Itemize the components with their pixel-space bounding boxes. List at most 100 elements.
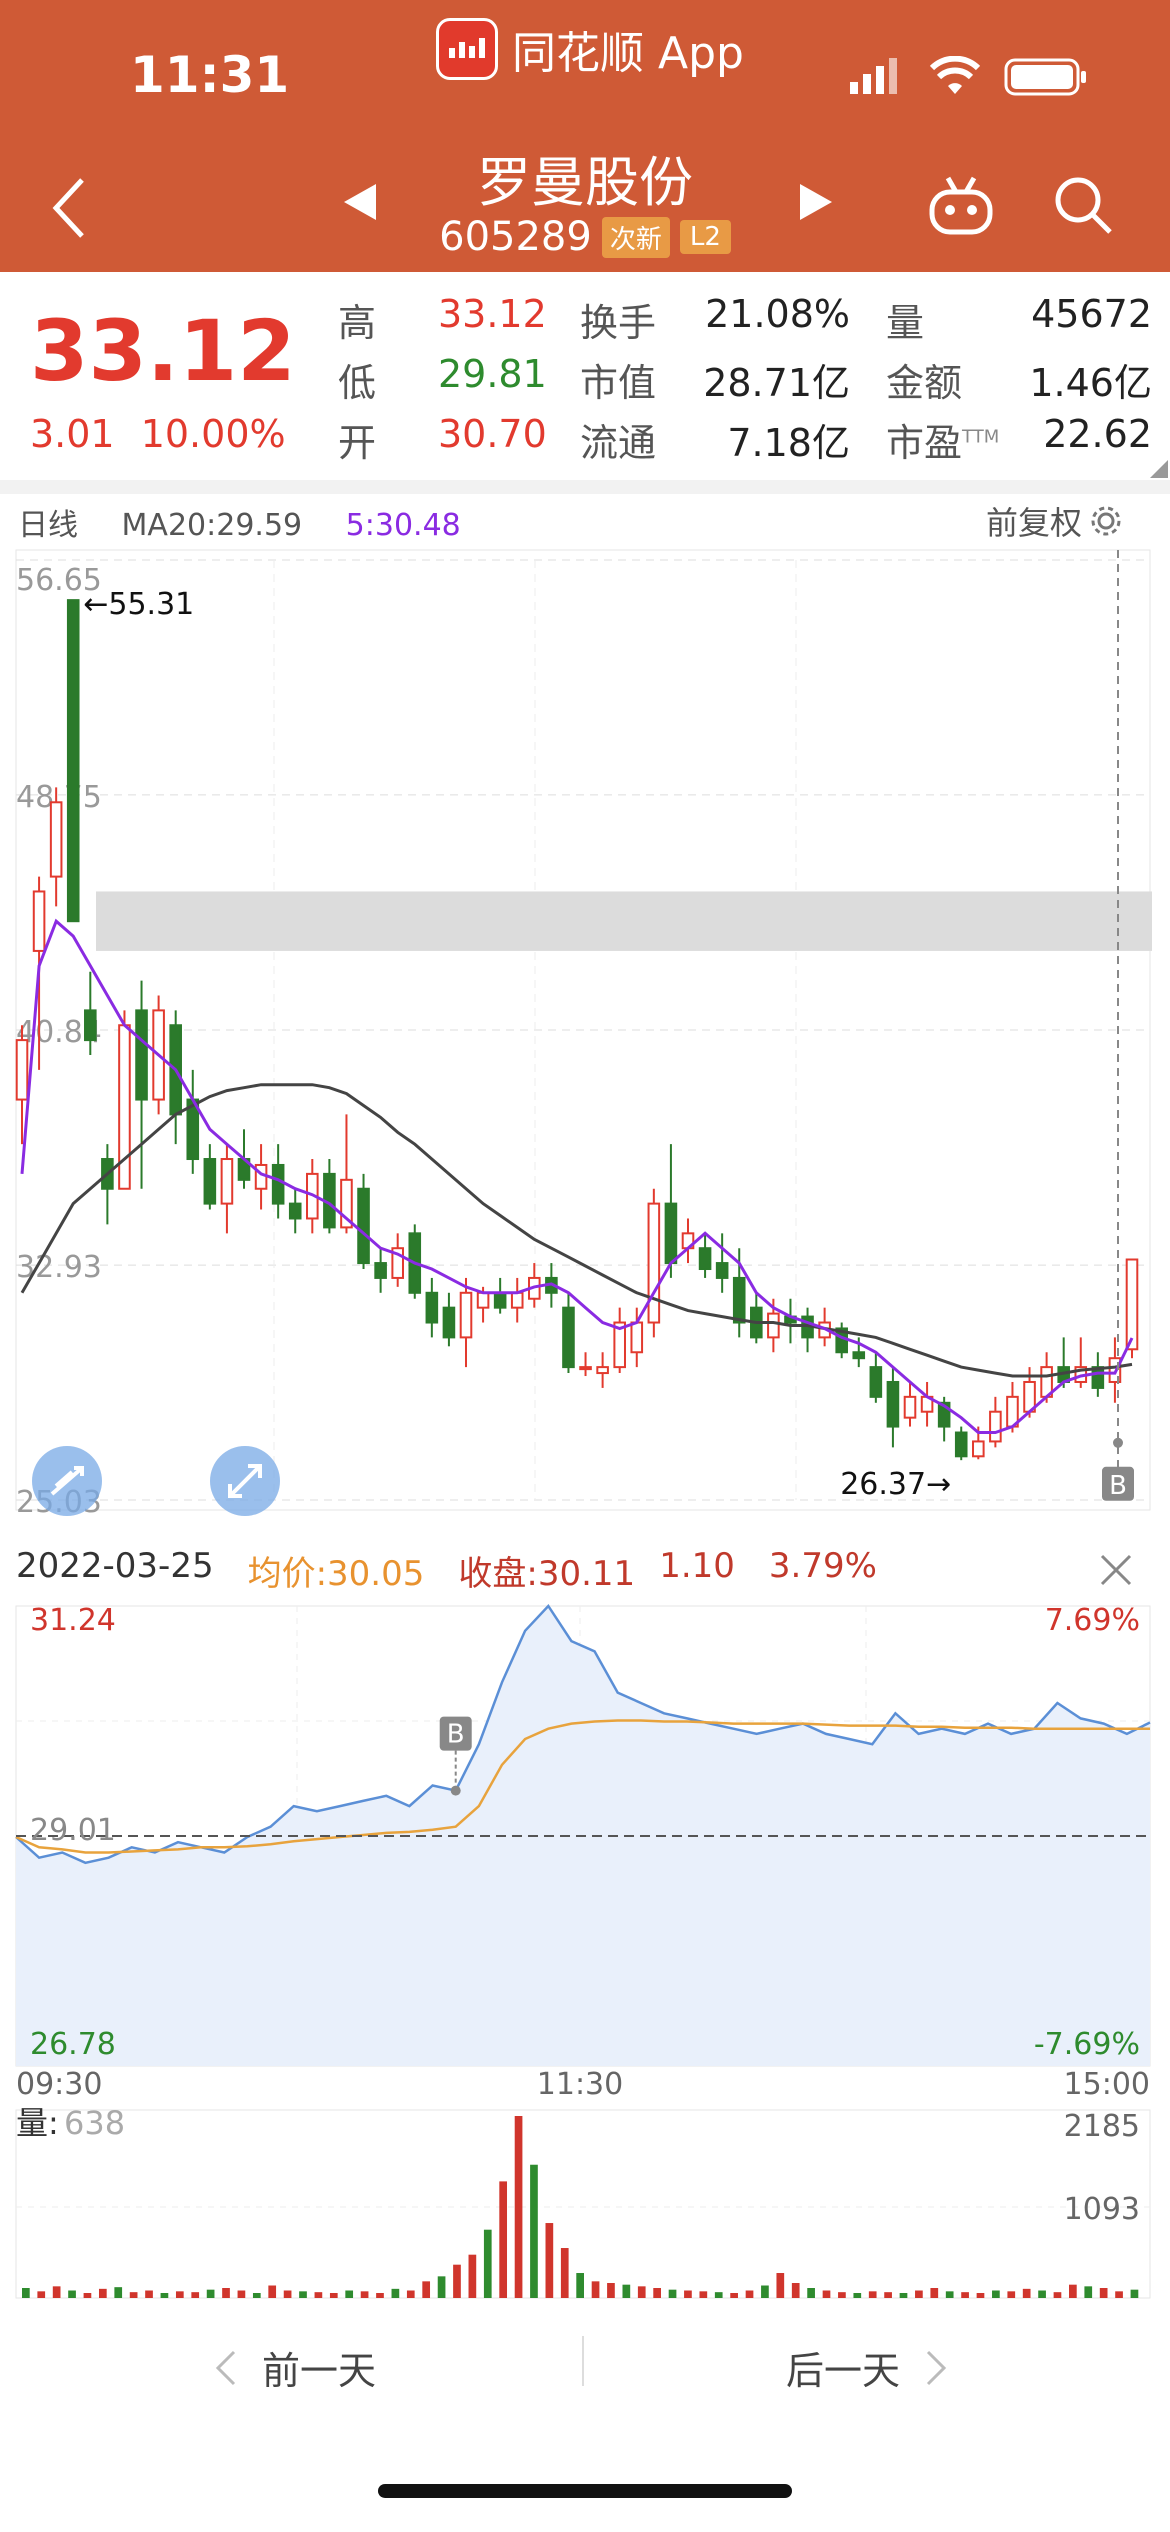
chevron-right-icon <box>926 2350 947 2385</box>
robot-icon[interactable] <box>926 170 996 244</box>
turnover-label: 换手 <box>580 301 657 345</box>
candle-body <box>869 1366 883 1398</box>
ma5-line <box>20 918 1134 1434</box>
float-row: 流通 7.18亿 <box>580 412 850 467</box>
volume-bar <box>668 2289 677 2298</box>
expand-icon <box>228 1464 262 1498</box>
volume-bar <box>822 2290 831 2298</box>
candle-body <box>664 1202 678 1265</box>
volume-bar <box>761 2285 769 2298</box>
volume-bar <box>976 2293 985 2298</box>
buy-marker-label: B <box>1109 1471 1127 1501</box>
buy-point-dot <box>450 1785 461 1796</box>
candle-body <box>220 1158 234 1205</box>
volume-bar <box>545 2223 554 2298</box>
resistance-band <box>96 891 1152 951</box>
volume-bar <box>807 2288 815 2298</box>
high-label: 高 <box>338 301 377 345</box>
volume-bar <box>268 2285 277 2298</box>
float-value: 7.18亿 <box>727 421 850 465</box>
volume-bar <box>314 2292 323 2298</box>
kline-chart[interactable]: 56.6548.7540.8432.9325.03←55.3126.37→B <box>0 540 1170 1530</box>
volume-bar <box>437 2276 446 2298</box>
time-label-close: 15:00 <box>1064 2067 1150 2096</box>
volume-bar <box>560 2248 569 2298</box>
period-label[interactable]: 日线 <box>18 508 78 543</box>
next-day-button[interactable]: 后一天 <box>786 2340 948 2395</box>
prev-day-button[interactable]: 前一天 <box>214 2340 376 2395</box>
volume-bar <box>329 2293 338 2298</box>
float-label: 流通 <box>580 421 657 465</box>
intraday-chart[interactable]: 31.24 29.01 26.78 7.69% -7.69% B 09:30 11:30 15:… <box>0 1596 1170 2096</box>
footer-divider <box>582 2336 584 2386</box>
amount-row: 金额 1.46亿 <box>886 352 1152 407</box>
pe-value: 22.62 <box>1043 412 1152 456</box>
volume-bar <box>483 2229 492 2298</box>
ma20-label: MA20:29.59 <box>121 508 303 543</box>
volume-bar <box>622 2284 631 2298</box>
change-pct: 10.00% <box>140 412 286 456</box>
day-navigation: 前一天 后一天 <box>0 2320 1170 2420</box>
volume-bar <box>776 2273 785 2298</box>
fullscreen-left-button[interactable] <box>32 1446 102 1516</box>
volume-bar <box>838 2292 846 2298</box>
low-value: 29.81 <box>438 352 547 396</box>
candle-body <box>562 1306 575 1369</box>
close-icon[interactable] <box>1096 1550 1136 1599</box>
candle-body <box>357 1187 370 1265</box>
volume-mid-label: 1093 <box>1064 2192 1140 2227</box>
expand-button[interactable] <box>210 1446 280 1516</box>
volume-bar <box>684 2290 692 2298</box>
volume-bar <box>653 2288 661 2298</box>
candle-body <box>49 801 63 878</box>
buy-marker-label: B <box>447 1720 465 1750</box>
volume-bar <box>1038 2290 1046 2298</box>
pe-ttm: TTM <box>962 426 1000 448</box>
intraday-mid-label: 29.01 <box>30 1813 116 1848</box>
volume-bar <box>22 2288 30 2298</box>
candle-body <box>135 1009 148 1101</box>
candle-body <box>32 890 46 952</box>
buy-point-dot <box>1113 1437 1123 1448</box>
adjust-toggle[interactable]: 前复权 <box>986 498 1124 544</box>
next-stock-icon[interactable] <box>796 182 836 226</box>
volume-bar <box>175 2291 184 2298</box>
volume-bar <box>145 2290 153 2298</box>
candle-body <box>374 1262 387 1279</box>
volume-bar <box>607 2283 615 2298</box>
low-label: 低 <box>338 361 377 405</box>
volume-bar <box>68 2290 76 2298</box>
volume-bar <box>422 2281 431 2298</box>
day-avg-price: 均价:30.05 <box>247 1554 425 1594</box>
search-icon[interactable] <box>1052 174 1116 242</box>
ma5-label: 5:30.48 <box>345 508 461 543</box>
intraday-low-label: 26.78 <box>30 2027 116 2062</box>
chevron-left-icon <box>215 2350 236 2385</box>
volume-bar <box>406 2290 415 2298</box>
volume-bar <box>222 2288 230 2298</box>
candle-body <box>954 1431 968 1458</box>
volume-bar <box>915 2290 923 2298</box>
volume-bar <box>930 2288 939 2298</box>
candle-body <box>425 1291 439 1324</box>
volume-bar <box>884 2292 892 2298</box>
volume-bar <box>191 2292 200 2298</box>
candle-body <box>442 1306 456 1339</box>
amount-label: 金额 <box>886 361 963 405</box>
candle-body <box>84 1009 97 1042</box>
candle-body <box>510 1291 524 1309</box>
candle-body <box>271 1163 285 1205</box>
volume-bar <box>114 2287 123 2298</box>
time-label-noon: 11:30 <box>537 2067 623 2096</box>
volume-bar <box>530 2164 538 2298</box>
turnover-value: 21.08% <box>705 292 850 336</box>
volume-bar <box>853 2293 862 2298</box>
expand-corner-icon[interactable] <box>1150 460 1168 482</box>
intraday-high-label: 31.24 <box>30 1603 116 1638</box>
volume-bar <box>591 2281 600 2298</box>
volume-label: 量: <box>16 2104 59 2142</box>
volume-bar <box>98 2288 107 2298</box>
volume-bar <box>499 2181 508 2298</box>
volume-bar <box>453 2264 461 2298</box>
open-value: 30.70 <box>438 412 547 456</box>
